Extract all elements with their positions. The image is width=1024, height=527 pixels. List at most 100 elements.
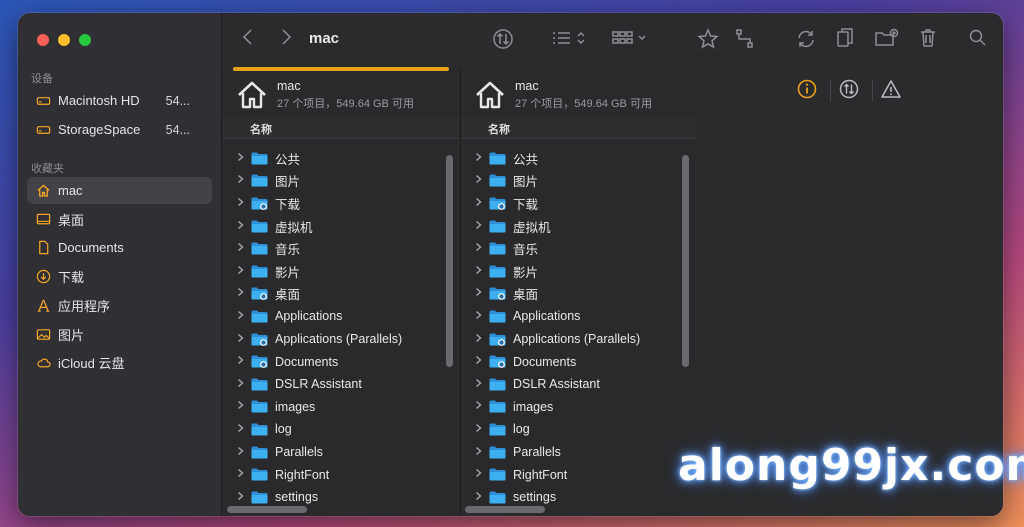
file-row[interactable]: 公共 — [223, 147, 459, 170]
folder-icon — [251, 220, 268, 233]
chevron-right-icon[interactable] — [237, 287, 247, 300]
group-view-button[interactable] — [612, 30, 648, 46]
chevron-right-icon[interactable] — [237, 152, 247, 165]
file-row[interactable]: log — [223, 418, 459, 441]
chevron-right-icon[interactable] — [475, 152, 485, 165]
chevron-right-icon[interactable] — [475, 310, 485, 323]
file-row[interactable]: Applications — [223, 305, 459, 328]
chevron-right-icon[interactable] — [475, 400, 485, 413]
chevron-right-icon[interactable] — [237, 355, 247, 368]
chevron-right-icon[interactable] — [237, 220, 247, 233]
chevron-right-icon[interactable] — [237, 446, 247, 459]
sidebar-item-device-1[interactable]: StorageSpace 54... — [27, 116, 212, 143]
file-row[interactable]: images — [461, 396, 695, 419]
file-row[interactable]: Parallels — [223, 441, 459, 464]
file-row[interactable]: Applications (Parallels) — [223, 328, 459, 351]
file-row[interactable]: RightFont — [461, 463, 695, 486]
column-header-name[interactable]: 名称 — [223, 117, 459, 139]
chevron-right-icon[interactable] — [237, 400, 247, 413]
file-row[interactable]: DSLR Assistant — [223, 373, 459, 396]
file-row[interactable]: 桌面 — [461, 283, 695, 306]
vertical-scrollbar[interactable] — [682, 155, 689, 367]
file-row[interactable]: RightFont — [223, 463, 459, 486]
file-row[interactable]: 公共 — [461, 147, 695, 170]
chevron-right-icon[interactable] — [237, 378, 247, 391]
file-pane-left[interactable]: mac 27 个项目，549.64 GB 可用 名称 公共 图片 下载 虚拟机 音乐 影片… — [223, 67, 459, 516]
copy-button[interactable] — [835, 27, 855, 49]
file-row[interactable]: 虚拟机 — [461, 215, 695, 238]
file-row[interactable]: 下载 — [461, 192, 695, 215]
file-name: settings — [513, 490, 557, 505]
file-row[interactable]: DSLR Assistant — [461, 373, 695, 396]
new-folder-button[interactable] — [874, 28, 900, 48]
horizontal-scrollbar[interactable] — [465, 506, 545, 513]
file-row[interactable]: 影片 — [461, 260, 695, 283]
file-row[interactable]: Applications — [461, 305, 695, 328]
sidebar-item-device-0[interactable]: Macintosh HD 54... — [27, 87, 212, 114]
minimize-button[interactable] — [58, 34, 70, 46]
chevron-right-icon[interactable] — [475, 355, 485, 368]
file-row[interactable]: 虚拟机 — [223, 215, 459, 238]
search-button[interactable] — [968, 28, 988, 48]
chevron-right-icon[interactable] — [475, 287, 485, 300]
sidebar-item-favorite-6[interactable]: iCloud 云盘 — [27, 349, 212, 376]
sidebar-item-favorite-2[interactable]: Documents — [27, 234, 212, 261]
sidebar-item-favorite-3[interactable]: 下载 — [27, 263, 212, 290]
chevron-right-icon[interactable] — [237, 310, 247, 323]
favorite-button[interactable] — [697, 28, 719, 50]
sidebar-item-favorite-1[interactable]: 桌面 — [27, 206, 212, 233]
zoom-button[interactable] — [79, 34, 91, 46]
warning-button[interactable] — [881, 79, 901, 99]
back-button[interactable] — [241, 27, 255, 47]
compare-button[interactable] — [839, 79, 859, 99]
chevron-right-icon[interactable] — [475, 174, 485, 187]
chevron-right-icon[interactable] — [475, 491, 485, 504]
chevron-right-icon[interactable] — [475, 220, 485, 233]
file-row[interactable]: 音乐 — [223, 237, 459, 260]
file-row[interactable]: Documents — [223, 350, 459, 373]
sidebar-item-favorite-0[interactable]: mac — [27, 177, 212, 204]
vertical-scrollbar[interactable] — [446, 155, 453, 367]
column-header-name[interactable]: 名称 — [461, 117, 695, 139]
chevron-right-icon[interactable] — [237, 174, 247, 187]
file-row[interactable]: 图片 — [461, 170, 695, 193]
file-row[interactable]: Applications (Parallels) — [461, 328, 695, 351]
sync-button[interactable] — [492, 28, 514, 50]
file-row[interactable]: 下载 — [223, 192, 459, 215]
file-row[interactable]: Parallels — [461, 441, 695, 464]
list-view-button[interactable] — [552, 30, 586, 46]
sidebar-item-favorite-4[interactable]: 应用程序 — [27, 292, 212, 319]
file-row[interactable]: log — [461, 418, 695, 441]
chevron-right-icon[interactable] — [475, 265, 485, 278]
chevron-right-icon[interactable] — [237, 333, 247, 346]
file-row[interactable]: 音乐 — [461, 237, 695, 260]
horizontal-scrollbar[interactable] — [227, 506, 307, 513]
chevron-right-icon[interactable] — [475, 197, 485, 210]
info-button[interactable] — [797, 79, 817, 99]
delete-button[interactable] — [918, 27, 938, 49]
refresh-button[interactable] — [795, 29, 817, 49]
chevron-right-icon[interactable] — [475, 423, 485, 436]
chevron-right-icon[interactable] — [475, 378, 485, 391]
file-row[interactable]: 图片 — [223, 170, 459, 193]
file-row[interactable]: images — [223, 396, 459, 419]
chevron-right-icon[interactable] — [237, 265, 247, 278]
chevron-right-icon[interactable] — [475, 446, 485, 459]
file-row[interactable]: 桌面 — [223, 283, 459, 306]
forward-button[interactable] — [279, 27, 293, 47]
file-row[interactable]: Documents — [461, 350, 695, 373]
chevron-right-icon[interactable] — [237, 491, 247, 504]
sidebar-item-favorite-5[interactable]: 图片 — [27, 321, 212, 348]
chevron-right-icon[interactable] — [475, 333, 485, 346]
close-button[interactable] — [37, 34, 49, 46]
chevron-right-icon[interactable] — [237, 468, 247, 481]
chevron-right-icon[interactable] — [475, 242, 485, 255]
file-row[interactable]: 影片 — [223, 260, 459, 283]
file-pane-right[interactable]: mac 27 个项目，549.64 GB 可用 名称 公共 图片 下载 虚拟机 音乐 影片… — [460, 67, 695, 516]
chevron-right-icon[interactable] — [237, 197, 247, 210]
folder-icon — [489, 423, 506, 436]
chevron-right-icon[interactable] — [237, 423, 247, 436]
chevron-right-icon[interactable] — [475, 468, 485, 481]
chevron-right-icon[interactable] — [237, 242, 247, 255]
connect-button[interactable] — [735, 28, 755, 50]
